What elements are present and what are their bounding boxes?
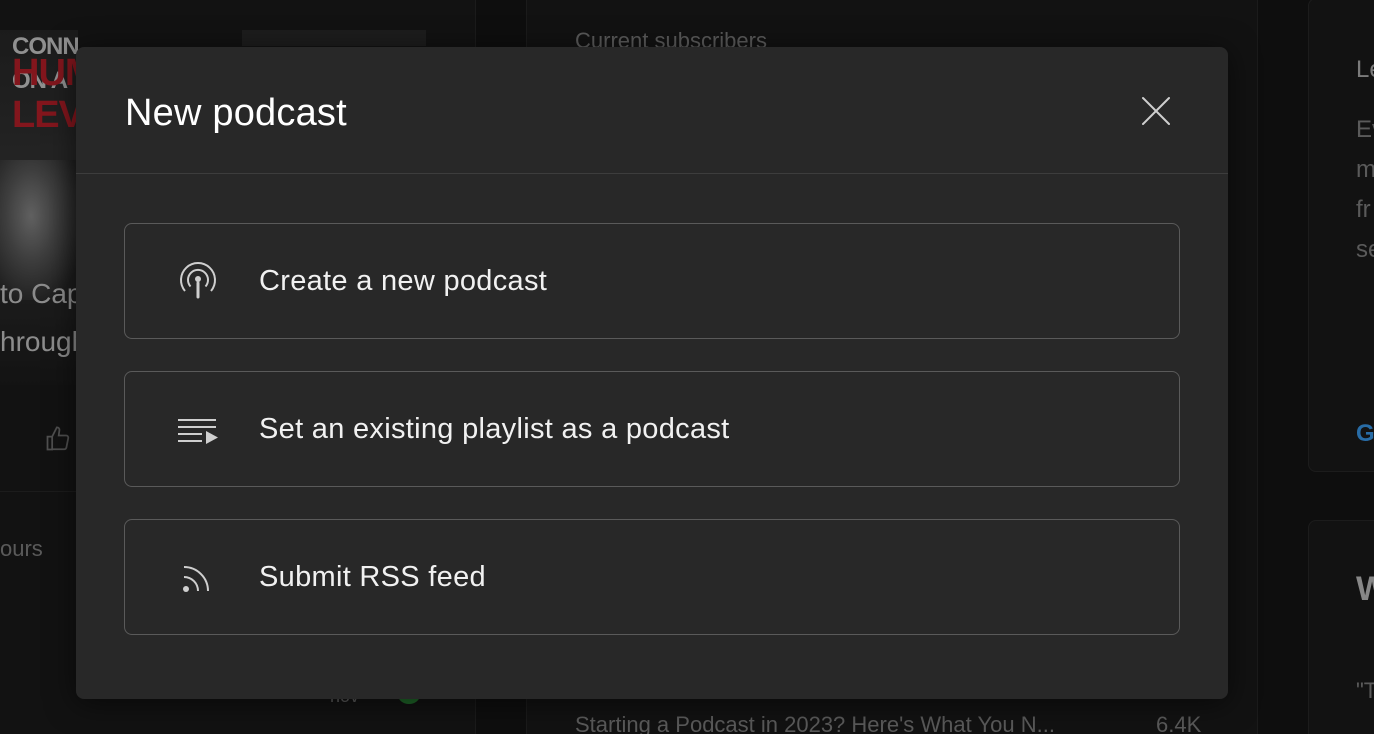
submit-rss-feed-option[interactable]: Submit RSS feed: [124, 519, 1180, 635]
set-playlist-as-podcast-option[interactable]: Set an existing playlist as a podcast: [124, 371, 1180, 487]
playlist-play-icon: [175, 406, 221, 452]
option-label: Set an existing playlist as a podcast: [259, 412, 730, 445]
dialog-header: New podcast: [76, 47, 1228, 174]
option-label: Submit RSS feed: [259, 560, 486, 593]
create-new-podcast-option[interactable]: Create a new podcast: [124, 223, 1180, 339]
podcast-icon: [175, 258, 221, 304]
dialog-title: New podcast: [125, 92, 347, 134]
close-icon: [1142, 97, 1170, 125]
podcast-options: Create a new podcast Set an existing pla…: [124, 223, 1180, 667]
rss-feed-icon: [175, 554, 221, 600]
close-button[interactable]: [1134, 89, 1178, 133]
new-podcast-dialog: New podcast Create a new podcast Set an …: [76, 47, 1228, 699]
option-label: Create a new podcast: [259, 264, 548, 297]
